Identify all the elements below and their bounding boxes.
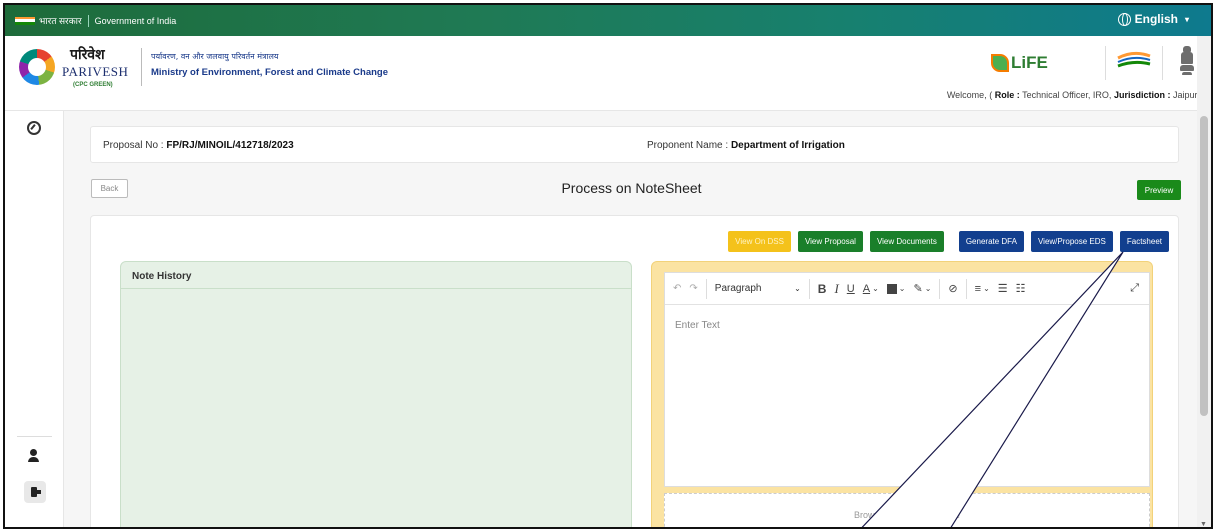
highlight-icon[interactable]: ✎ ⌄ [910,279,936,299]
globe-icon [1117,12,1131,26]
fullscreen-icon[interactable]: ⤢ [1126,279,1143,299]
underline-icon[interactable]: U [843,279,859,299]
dashboard-icon[interactable] [27,121,41,135]
proponent-label: Proponent Name : [647,140,731,151]
proposal-no-value: FP/RJ/MINOIL/412718/2023 [166,140,294,151]
cpc-green-label: (CPC GREEN) [73,82,113,88]
editor-placeholder: Enter Text [675,320,720,331]
divider [87,14,89,27]
toolbar-divider [808,278,810,299]
proponent-value: Department of Irrigation [730,140,845,151]
page-scrollbar[interactable]: ▼ [1197,36,1211,527]
site-header: परिवेश PARIVESH (CPC GREEN) पर्यावरण, वन… [5,36,1211,111]
rich-text-editor[interactable]: ↶ ↷ Paragraph ⌄ B I U A ⌄ ⌄ ✎ ⌄ ⊘ ≡ ⌄ ☰ … [664,272,1150,487]
parivesh-title: PARIVESH [62,64,129,79]
sidebar-divider [17,436,52,437]
redo-icon[interactable]: ↷ [685,279,701,299]
align-icon[interactable]: ≡ ⌄ [971,279,994,299]
logout-icon[interactable] [24,481,46,503]
india-flag-icon [15,16,35,25]
note-history-title: Note History [132,271,192,282]
hindi-gov-label: भारत सरकार [39,16,82,26]
generate-dfa-button[interactable]: Generate DFA [958,231,1024,252]
parivesh-hindi-title: परिवेश [70,47,105,63]
language-selector[interactable]: English ▾ [1117,12,1189,26]
browser-frame: भारत सरकार Government of India English ▾… [3,3,1213,529]
undo-icon[interactable]: ↶ [669,279,685,299]
gov-label: Government of India [94,15,177,26]
file-upload-dropzone[interactable]: Browse or d here [664,493,1150,527]
life-logo-text: LiFE [1011,53,1048,72]
parivesh-logo-icon[interactable] [19,49,55,85]
notesheet-panel: View On DSS View Proposal View Documents… [90,215,1179,527]
view-on-dss-button[interactable]: View On DSS [728,231,791,252]
proponent-name: Proponent Name : Department of Irrigatio… [647,140,845,151]
language-label: English [1134,12,1178,26]
view-documents-button[interactable]: View Documents [869,231,944,252]
upload-text-right: here [942,510,961,520]
numbered-list-icon[interactable]: ☷ [1012,279,1030,299]
scroll-down-arrow-icon[interactable]: ▼ [1200,521,1207,527]
proposal-no-label: Proposal No : [103,140,167,151]
toolbar-divider [965,278,967,299]
italic-icon[interactable]: I [830,279,842,299]
page-title: Process on NoteSheet [561,180,702,196]
life-logo: LiFE [991,48,1053,78]
factsheet-button[interactable]: Factsheet [1119,231,1169,252]
role-value: Technical Officer, IRO, [1022,90,1112,100]
note-history-panel: Note History [120,261,632,527]
sidebar [5,111,64,527]
chevron-down-icon: ⌄ [794,284,801,293]
national-emblem-icon [1179,46,1195,76]
paragraph-format-select[interactable]: Paragraph ⌄ [711,279,805,299]
proposal-info-bar: Proposal No : FP/RJ/MINOIL/412718/2023 P… [90,126,1179,163]
view-propose-eds-button[interactable]: View/Propose EDS [1030,231,1113,252]
paragraph-label: Paragraph [714,283,762,294]
font-color-icon[interactable]: A ⌄ [859,279,883,299]
leaf-icon [991,54,1009,72]
background-color-icon[interactable]: ⌄ [883,279,910,299]
chevron-down-icon: ▾ [1184,14,1189,24]
header-divider [141,48,142,86]
note-editor-container: ↶ ↷ Paragraph ⌄ B I U A ⌄ ⌄ ✎ ⌄ ⊘ ≡ ⌄ ☰ … [651,261,1153,527]
proposal-number: Proposal No : FP/RJ/MINOIL/412718/2023 [103,140,294,151]
toolbar-divider [939,278,941,299]
main-content: Proposal No : FP/RJ/MINOIL/412718/2023 P… [64,111,1199,527]
azadi-ka-amrit-mahotsav-logo [1105,46,1163,80]
action-buttons: View On DSS View Proposal View Documents… [728,231,1169,252]
welcome-prefix: Welcome, ( [946,90,993,100]
preview-button[interactable]: Preview [1137,180,1181,200]
gov-topbar: भारत सरकार Government of India English ▾ [5,5,1211,36]
scrollbar-thumb[interactable] [1200,116,1208,416]
welcome-text: Welcome, ( Role : Technical Officer, IRO… [947,90,1203,100]
role-label: Role : [994,90,1020,100]
note-history-divider [121,288,631,289]
view-proposal-button[interactable]: View Proposal [797,231,863,252]
upload-text-left: Browse or d [853,510,902,520]
bulleted-list-icon[interactable]: ☰ [994,279,1012,299]
toolbar-divider [705,278,707,299]
ministry-name: Ministry of Environment, Forest and Clim… [151,67,389,78]
user-profile-icon[interactable] [27,449,41,463]
jurisdiction-label: Jurisdiction : [1113,90,1171,100]
ministry-hindi-name: पर्यावरण, वन और जलवायु परिवर्तन मंत्रालय [151,52,279,61]
editor-toolbar: ↶ ↷ Paragraph ⌄ B I U A ⌄ ⌄ ✎ ⌄ ⊘ ≡ ⌄ ☰ … [665,273,1149,305]
link-icon[interactable]: ⊘ [944,279,961,299]
bold-icon[interactable]: B [814,279,831,299]
